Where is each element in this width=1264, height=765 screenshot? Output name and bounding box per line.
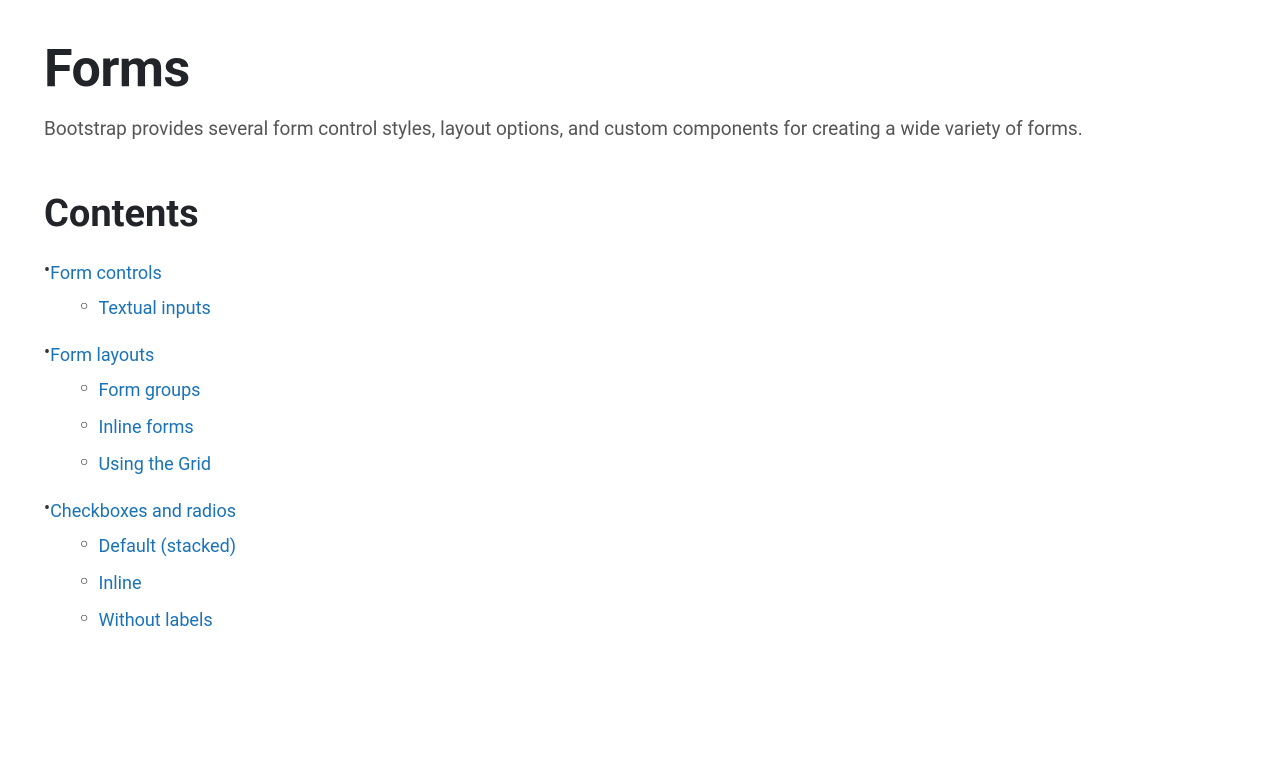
sub-list-form-controls: ○ Textual inputs (44, 295, 211, 332)
contents-heading: Contents (44, 192, 1220, 236)
toc-link-using-the-grid[interactable]: Using the Grid (98, 451, 211, 478)
sub-bullet-icon: ○ (80, 607, 88, 631)
toc-item-form-controls: •Form controls○Textual inputs (44, 260, 1220, 332)
toc-link-inline-forms[interactable]: Inline forms (98, 414, 193, 441)
toc-sub-item-inline: ○ Inline (80, 570, 236, 597)
toc-link-checkboxes-and-radios[interactable]: Checkboxes and radios (50, 498, 236, 525)
toc-link-form-layouts[interactable]: Form layouts (50, 342, 154, 369)
toc-link-textual-inputs[interactable]: Textual inputs (98, 295, 210, 322)
sub-bullet-icon: ○ (80, 533, 88, 557)
sub-bullet-icon: ○ (80, 377, 88, 401)
toc-link-without-labels[interactable]: Without labels (98, 607, 212, 634)
sub-bullet-icon: ○ (80, 451, 88, 475)
toc-link-inline[interactable]: Inline (98, 570, 141, 597)
toc-item-checkboxes-and-radios: •Checkboxes and radios○Default (stacked)… (44, 498, 1220, 644)
page-title: Forms (44, 40, 1220, 97)
sub-bullet-icon: ○ (80, 414, 88, 438)
sub-list-form-layouts: ○ Form groups ○ Inline forms ○ Using the Grid (44, 377, 211, 488)
toc-item-form-layouts: •Form layouts○Form groups○Inline forms○U… (44, 342, 1220, 488)
toc-sub-item-inline-forms: ○ Inline forms (80, 414, 211, 441)
sub-bullet-icon: ○ (80, 295, 88, 319)
toc-link-form-controls[interactable]: Form controls (50, 260, 162, 287)
toc-sub-item-using-the-grid: ○ Using the Grid (80, 451, 211, 478)
toc-sub-item-form-groups: ○ Form groups (80, 377, 211, 404)
sub-bullet-icon: ○ (80, 570, 88, 594)
toc-sub-item-without-labels: ○ Without labels (80, 607, 236, 634)
sub-list-checkboxes-and-radios: ○ Default (stacked) ○ Inline ○ Without labels (44, 533, 236, 644)
toc-sub-item-default-stacked: ○ Default (stacked) (80, 533, 236, 560)
toc-link-default-stacked[interactable]: Default (stacked) (98, 533, 236, 560)
page-description: Bootstrap provides several form control … (44, 115, 1144, 144)
toc-link-form-groups[interactable]: Form groups (98, 377, 200, 404)
toc-list: •Form controls○Textual inputs•Form layou… (44, 260, 1220, 644)
toc-sub-item-textual-inputs: ○ Textual inputs (80, 295, 211, 322)
